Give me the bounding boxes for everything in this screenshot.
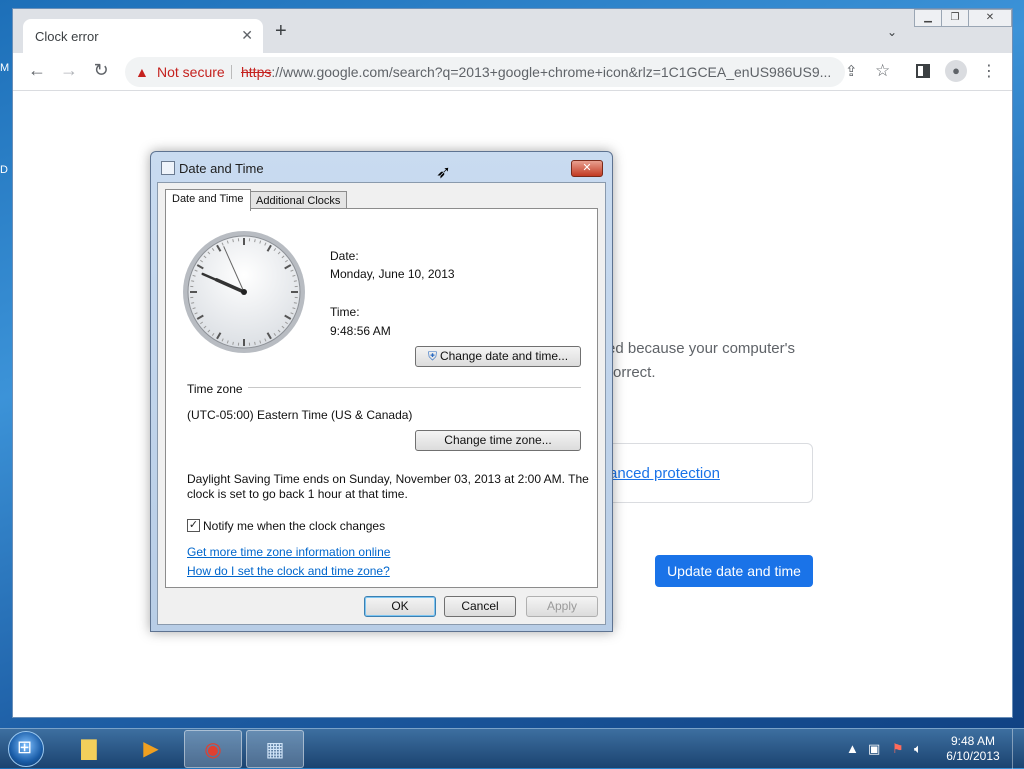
share-icon[interactable]: ⇪ xyxy=(845,62,858,80)
restore-button[interactable]: ❐ xyxy=(941,9,969,27)
change-timezone-button[interactable]: Change time zone... xyxy=(415,430,581,451)
error-line-1: ed because your computer's xyxy=(607,337,795,361)
tab-date-and-time[interactable]: Date and Time xyxy=(165,189,251,211)
new-tab-button[interactable]: + xyxy=(275,23,287,39)
side-panel-icon[interactable] xyxy=(916,64,930,78)
timezone-heading: Time zone xyxy=(187,382,243,396)
network-icon[interactable]: ▣ xyxy=(868,741,880,757)
update-date-time-button[interactable]: Update date and time xyxy=(655,555,813,587)
how-set-clock-link[interactable]: How do I set the clock and time zone? xyxy=(187,564,390,578)
analog-clock xyxy=(181,229,307,355)
chrome-icon: ◉ xyxy=(204,739,221,761)
clock-minute-tick xyxy=(191,303,194,304)
clock-minute-tick xyxy=(255,342,256,345)
taskbar-time: 9:48 AM xyxy=(940,734,1006,749)
time-label: Time: xyxy=(330,305,360,319)
error-line-2: orrect. xyxy=(607,361,795,385)
url-scheme: https xyxy=(241,64,271,80)
url-text[interactable]: https://www.google.com/search?q=2013+goo… xyxy=(241,57,831,87)
browser-toolbar: ← → ↻ ▲ Not secure https://www.google.co… xyxy=(13,53,1012,91)
chevron-down-icon[interactable]: ⌄ xyxy=(887,25,897,39)
clock-minute-tick xyxy=(294,281,297,282)
folder-icon: ▇ xyxy=(81,738,96,760)
forward-icon[interactable]: → xyxy=(57,60,81,81)
dst-line-1: Daylight Saving Time ends on Sunday, Nov… xyxy=(187,472,589,486)
show-hidden-icons[interactable]: ▲ xyxy=(846,741,859,756)
dst-line-2: clock is set to go back 1 hour at that t… xyxy=(187,487,408,501)
more-timezone-info-link[interactable]: Get more time zone information online xyxy=(187,545,390,559)
back-icon[interactable]: ← xyxy=(25,60,49,81)
not-secure-label[interactable]: Not secure xyxy=(157,57,225,87)
url-path: ://www.google.com/search?q=2013+google+c… xyxy=(271,64,831,80)
dialog-title: Date and Time xyxy=(161,161,264,176)
desktop-edge-text: M xyxy=(0,62,9,74)
date-time-panel: Date: Monday, June 10, 2013 Time: 9:48:5… xyxy=(165,208,598,588)
dialog-body: Date and Time Additional Clocks D xyxy=(157,182,606,625)
explorer-taskbar-button[interactable]: ▇ xyxy=(60,730,118,768)
clock-minute-tick xyxy=(294,303,297,304)
cancel-button[interactable]: Cancel xyxy=(444,596,516,617)
window-controls: ▁ ❐ ✕ xyxy=(915,9,1012,27)
dialog-title-text: Date and Time xyxy=(179,161,264,176)
dialog-close-button[interactable]: ✕ xyxy=(571,160,603,177)
profile-icon[interactable]: ● xyxy=(945,60,967,82)
apply-button[interactable]: Apply xyxy=(526,596,598,617)
clock-minute-tick xyxy=(191,281,194,282)
change-date-time-button[interactable]: ⛨Change date and time... xyxy=(415,346,581,367)
clock-center xyxy=(241,289,247,295)
menu-kebab-icon[interactable]: ⋮ xyxy=(981,61,997,81)
timezone-value: (UTC-05:00) Eastern Time (US & Canada) xyxy=(187,408,412,422)
date-time-dialog: Date and Time ✕ Date and Time Additional… xyxy=(150,151,613,632)
bookmark-star-icon[interactable]: ☆ xyxy=(875,61,890,81)
media-player-taskbar-button[interactable]: ▶ xyxy=(122,730,180,768)
date-label: Date: xyxy=(330,249,359,263)
omnibox-divider xyxy=(231,65,232,79)
date-time-taskbar-button[interactable]: ▦ xyxy=(246,730,304,768)
calendar-clock-icon: ▦ xyxy=(266,739,285,761)
tab-strip: Clock error ✕ + ⌄ ▁ ❐ ✕ xyxy=(13,9,1012,53)
desktop-edge-text: D xyxy=(0,164,8,176)
date-value: Monday, June 10, 2013 xyxy=(330,267,455,281)
chrome-taskbar-button[interactable]: ◉ xyxy=(184,730,242,768)
notify-checkbox[interactable]: ✓ xyxy=(187,519,200,532)
taskbar-date: 6/10/2013 xyxy=(940,749,1006,764)
clock-minute-tick xyxy=(233,239,234,242)
media-player-icon: ▶ xyxy=(143,738,158,760)
tab-title: Clock error xyxy=(35,29,99,44)
time-value: 9:48:56 AM xyxy=(330,324,391,338)
show-desktop-button[interactable] xyxy=(1012,729,1024,769)
ok-button[interactable]: OK xyxy=(364,596,436,617)
action-center-icon[interactable]: ⚑ xyxy=(892,741,904,757)
close-window-button[interactable]: ✕ xyxy=(968,9,1012,27)
timezone-divider xyxy=(248,387,581,388)
change-date-time-label: Change date and time... xyxy=(440,349,568,363)
mouse-cursor-icon: ➶ xyxy=(436,162,451,183)
address-bar[interactable]: ▲ Not secure https://www.google.com/sear… xyxy=(125,57,845,87)
clock-minute-tick xyxy=(255,239,256,242)
close-tab-icon[interactable]: ✕ xyxy=(241,27,253,44)
warning-icon[interactable]: ▲ xyxy=(135,57,149,87)
clock-minute-tick xyxy=(233,342,234,345)
notify-label[interactable]: Notify me when the clock changes xyxy=(203,519,385,533)
volume-icon[interactable]: 🔈︎ xyxy=(914,741,922,757)
taskbar: ▇ ▶ ◉ ▦ ▲ ▣ ⚑ 🔈︎ 9:48 AM 6/10/2013 xyxy=(0,728,1024,768)
minimize-button[interactable]: ▁ xyxy=(914,9,942,27)
calendar-clock-icon xyxy=(161,161,175,175)
browser-tab[interactable]: Clock error ✕ xyxy=(23,19,263,53)
enhanced-protection-link[interactable]: anced protection xyxy=(609,465,720,482)
reload-icon[interactable]: ↻ xyxy=(89,60,113,81)
taskbar-clock[interactable]: 9:48 AM 6/10/2013 xyxy=(940,734,1006,764)
uac-shield-icon: ⛨ xyxy=(428,349,437,363)
start-button[interactable] xyxy=(8,731,44,767)
error-message: ed because your computer's orrect. xyxy=(607,337,795,385)
